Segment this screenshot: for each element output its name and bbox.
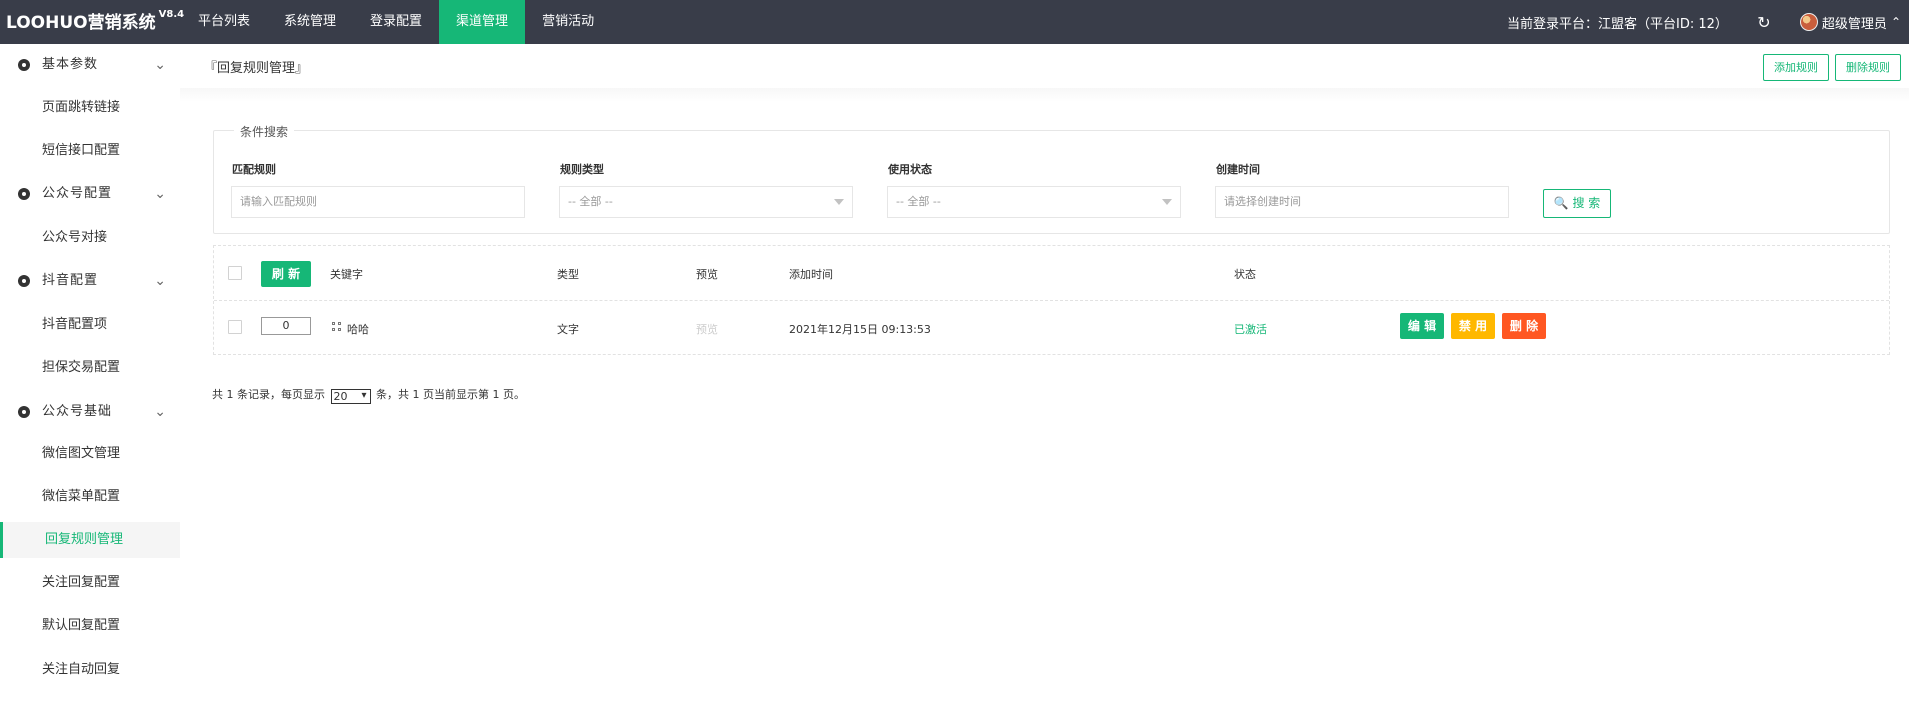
- compass-icon: [18, 59, 30, 71]
- chevron-up-icon: ⌃: [1890, 15, 1901, 29]
- rule-type-label: 规则类型: [560, 163, 604, 176]
- rule-type-value: -- 全部 --: [568, 195, 613, 208]
- preview-header: 预览: [696, 268, 718, 281]
- rule-type-select[interactable]: -- 全部 --: [559, 186, 853, 218]
- pagination-info: 共 1 条记录，每页显示 20 条，共 1 页当前显示第 1 页。: [212, 386, 525, 404]
- created-time-input[interactable]: 请选择创建时间: [1215, 186, 1509, 218]
- chevron-down-icon: ⌄: [154, 273, 166, 289]
- keyword-header: 关键字: [330, 268, 363, 281]
- grid-icon: [332, 322, 342, 332]
- edit-button[interactable]: 编 辑: [1400, 313, 1444, 339]
- nav-login-config[interactable]: 登录配置: [353, 0, 439, 44]
- preview-link[interactable]: 预览: [696, 321, 718, 337]
- status-header: 状态: [1234, 268, 1256, 281]
- type-value: 文字: [557, 323, 579, 336]
- created-time-header: 添加时间: [789, 268, 833, 281]
- type-header: 类型: [557, 268, 579, 281]
- sidebar-item-guaranteed-transaction[interactable]: 担保交易配置: [0, 350, 180, 386]
- breadcrumb: 『回复规则管理』: [204, 61, 309, 76]
- nav-marketing-activity[interactable]: 营销活动: [525, 0, 611, 44]
- select-arrow-icon: [834, 199, 844, 205]
- official-account-icon: [18, 188, 30, 200]
- sidebar-group-label: 抖音配置: [42, 273, 99, 288]
- pagination-suffix: 条，共 1 页当前显示第 1 页。: [376, 388, 525, 401]
- nav-platform-list[interactable]: 平台列表: [181, 0, 267, 44]
- location-icon: [18, 406, 30, 418]
- sidebar-group-label: 基本参数: [42, 57, 99, 72]
- keyword-value: 哈哈: [347, 323, 369, 336]
- sidebar-group-label: 公众号配置: [42, 186, 113, 201]
- sidebar-item-sms-interface[interactable]: 短信接口配置: [0, 133, 180, 169]
- sidebar-item-default-reply[interactable]: 默认回复配置: [0, 608, 180, 644]
- chevron-down-icon: ⌄: [154, 57, 166, 73]
- top-right-tools: 当前登录平台：江盟客（平台ID: 12） ↻ 超级管理员 ⌃: [1507, 0, 1909, 44]
- avatar: [1799, 13, 1818, 31]
- disable-button[interactable]: 禁 用: [1451, 313, 1495, 339]
- page-action-buttons: 添加规则 删除规则: [1763, 54, 1901, 81]
- main-content: 『回复规则管理』 添加规则 删除规则 条件搜索 匹配规则 请输入匹配规则 规则类…: [180, 44, 1909, 708]
- sidebar-group-label: 公众号基础: [42, 404, 113, 419]
- usage-status-select[interactable]: -- 全部 --: [887, 186, 1181, 218]
- chevron-down-icon: ⌄: [154, 186, 166, 202]
- created-time-value: 2021年12月15日 09:13:53: [789, 323, 931, 336]
- select-arrow-icon: [1162, 199, 1172, 205]
- sidebar-item-reply-rule-management[interactable]: 回复规则管理: [0, 522, 180, 558]
- main-nav: 平台列表 系统管理 登录配置 渠道管理 营销活动: [181, 0, 611, 44]
- row-checkbox[interactable]: [228, 320, 242, 334]
- usage-status-label: 使用状态: [888, 163, 932, 176]
- nav-channel-management[interactable]: 渠道管理: [439, 0, 526, 44]
- select-all-checkbox[interactable]: [228, 266, 242, 280]
- sidebar-item-douyin-config-item[interactable]: 抖音配置项: [0, 307, 180, 343]
- search-button[interactable]: 🔍 搜 索: [1543, 189, 1611, 218]
- sidebar-item-page-redirect-link[interactable]: 页面跳转链接: [0, 90, 180, 126]
- refresh-button[interactable]: 刷 新: [261, 261, 311, 287]
- sidebar-group-official-account-config[interactable]: 公众号配置 ⌄: [0, 176, 180, 212]
- play-icon: [18, 275, 30, 287]
- pagination-prefix: 共 1 条记录，每页显示: [212, 388, 325, 401]
- sort-order-input[interactable]: 0: [261, 317, 311, 335]
- nav-system-management[interactable]: 系统管理: [267, 0, 353, 44]
- sidebar-item-official-account-connect[interactable]: 公众号对接: [0, 220, 180, 256]
- status-badge: 已激活: [1234, 323, 1267, 336]
- delete-button[interactable]: 删 除: [1502, 313, 1546, 339]
- sidebar-item-follow-reply[interactable]: 关注回复配置: [0, 565, 180, 601]
- search-panel: 条件搜索 匹配规则 请输入匹配规则 规则类型 -- 全部 -- 使用状态 -- …: [213, 123, 1890, 234]
- table-row-divider: [214, 300, 1889, 301]
- refresh-icon[interactable]: ↻: [1746, 13, 1782, 32]
- page-size-select[interactable]: 20: [330, 389, 371, 404]
- sidebar-item-follow-auto-reply[interactable]: 关注自动回复: [0, 652, 180, 688]
- app-logo: LOOHUO营销系统 V8.4: [6, 8, 184, 33]
- user-menu[interactable]: 超级管理员 ⌃: [1782, 13, 1909, 32]
- sidebar-group-douyin-config[interactable]: 抖音配置 ⌄: [0, 263, 180, 299]
- app-name: LOOHUO营销系统: [6, 13, 156, 33]
- reply-rules-table: 刷 新 关键字 类型 预览 添加时间 状态 0 哈哈 文字 预览 2021年12…: [213, 245, 1890, 355]
- sidebar: 基本参数 ⌄ 页面跳转链接 短信接口配置 公众号配置 ⌄ 公众号对接 抖音配置 …: [0, 44, 180, 708]
- user-name: 超级管理员: [1821, 16, 1887, 32]
- chevron-down-icon: ⌄: [154, 404, 166, 420]
- current-platform-label: 当前登录平台：江盟客（平台ID: 12）: [1507, 16, 1728, 32]
- title-divider: [180, 88, 1909, 102]
- created-time-label: 创建时间: [1216, 163, 1260, 176]
- sidebar-group-official-account-basic[interactable]: 公众号基础 ⌄: [0, 394, 180, 430]
- match-rule-input[interactable]: 请输入匹配规则: [231, 186, 525, 218]
- sidebar-item-wechat-article[interactable]: 微信图文管理: [0, 436, 180, 472]
- match-rule-label: 匹配规则: [232, 163, 276, 176]
- search-panel-title: 条件搜索: [234, 123, 295, 140]
- sidebar-group-basic-parameters[interactable]: 基本参数 ⌄: [0, 47, 180, 83]
- add-rule-button[interactable]: 添加规则: [1763, 54, 1829, 81]
- usage-status-value: -- 全部 --: [896, 195, 941, 208]
- sidebar-item-wechat-menu[interactable]: 微信菜单配置: [0, 479, 180, 515]
- delete-rule-button[interactable]: 删除规则: [1835, 54, 1901, 81]
- top-navigation-bar: LOOHUO营销系统 V8.4 平台列表 系统管理 登录配置 渠道管理 营销活动 …: [0, 0, 1909, 44]
